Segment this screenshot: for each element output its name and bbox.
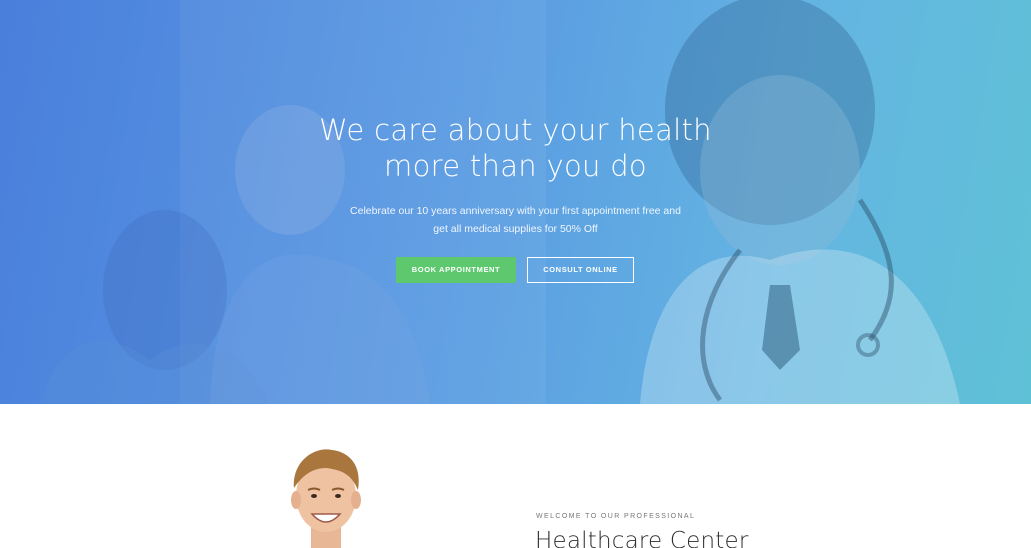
hero-subtitle-line-1: Celebrate our 10 years anniversary with … bbox=[350, 205, 681, 217]
hero-section: We care about your health more than you … bbox=[0, 0, 1031, 404]
hero-title-line-2: more than you do bbox=[384, 149, 647, 183]
about-title: Healthcare Center bbox=[535, 528, 749, 548]
hero-title-line-1: We care about your health bbox=[319, 113, 712, 147]
hero-subtitle-line-2: get all medical supplies for 50% Off bbox=[433, 222, 598, 235]
about-eyebrow: WELCOME TO OUR PROFESSIONAL bbox=[536, 513, 696, 520]
hero-subtitle: Celebrate our 10 years anniversary with … bbox=[0, 203, 1031, 238]
hero-buttons: BOOK APPOINTMENT CONSULT ONLINE bbox=[0, 257, 1031, 283]
about-section: WELCOME TO OUR PROFESSIONAL Healthcare C… bbox=[0, 404, 1031, 548]
hero-content: We care about your health more than you … bbox=[0, 112, 1031, 238]
consult-online-button[interactable]: CONSULT ONLINE bbox=[527, 257, 634, 283]
hero-title: We care about your health more than you … bbox=[0, 112, 1031, 184]
doctor-portrait bbox=[291, 449, 361, 548]
book-appointment-button[interactable]: BOOK APPOINTMENT bbox=[396, 257, 516, 283]
